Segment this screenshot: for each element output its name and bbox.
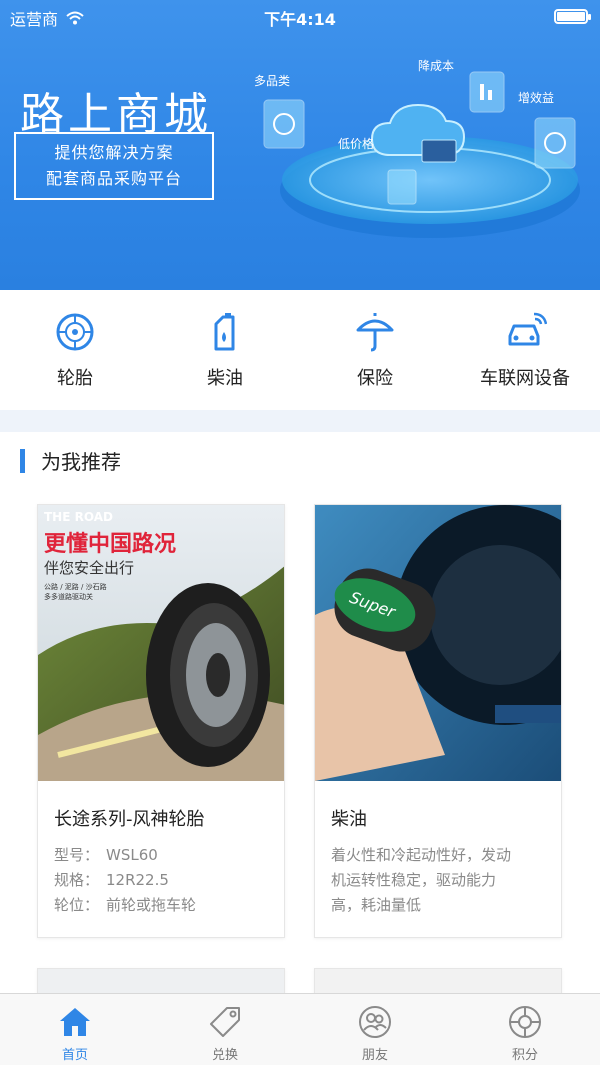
product-title: 柴油 xyxy=(331,809,367,830)
app-screen: 路上商城 提供您解决方案 配套商品采购平台 多品类 降成本 增效益 低价格 运营… xyxy=(0,0,600,1065)
category-label: 轮胎 xyxy=(57,368,93,389)
bottom-tab-bar: 首页 兑换 朋友 积分 xyxy=(0,993,600,1065)
section-title: 为我推荐 xyxy=(41,450,121,474)
tire-image-headline: 更懂中国路况 xyxy=(44,531,176,557)
spec-position: 轮位： 前轮或拖车轮 xyxy=(54,896,197,914)
category-tire[interactable]: 轮胎 xyxy=(0,290,150,410)
tab-label: 朋友 xyxy=(361,1048,388,1063)
product-specs: 型号： WSL60 规格： 12R22.5 轮位： 前轮或拖车轮 xyxy=(54,843,196,918)
tire-image-tagline: 伴您安全出行 xyxy=(44,559,134,577)
category-row: 轮胎 柴油 保险 车联网设备 xyxy=(0,290,600,410)
banner-tag-4: 低价格 xyxy=(338,136,374,151)
tab-home[interactable]: 首页 xyxy=(0,994,150,1065)
product-card-diesel[interactable]: Super 柴油 着火性和冷起动性好，发动 机运转性稳定，驱动能力 高，耗油量低 xyxy=(314,504,562,938)
category-iov-device[interactable]: 车联网设备 xyxy=(450,290,600,410)
banner-tag-3: 增效益 xyxy=(518,90,554,105)
tire-icon xyxy=(56,313,94,351)
tab-label: 首页 xyxy=(61,1048,88,1063)
connected-car-icon xyxy=(508,312,547,346)
tab-friends[interactable]: 朋友 xyxy=(300,994,450,1065)
umbrella-icon xyxy=(356,313,394,352)
tire-image-brand: THE ROAD xyxy=(44,510,113,524)
tab-label: 兑换 xyxy=(211,1048,238,1063)
banner-subtitle-line1: 提供您解决方案 xyxy=(54,143,174,162)
status-time: 下午4:14 xyxy=(264,10,336,29)
banner-subtitle-box: 提供您解决方案 配套商品采购平台 xyxy=(14,132,214,200)
tab-label: 积分 xyxy=(511,1048,538,1063)
friends-icon xyxy=(359,1006,391,1038)
spec-size: 规格： 12R22.5 xyxy=(54,871,169,889)
category-label: 柴油 xyxy=(207,368,243,389)
tab-points[interactable]: 积分 xyxy=(450,994,600,1065)
tire-image-small1: 公路 / 泥路 / 沙石路 xyxy=(44,582,107,591)
section-accent-bar xyxy=(20,448,25,473)
product-title: 长途系列-风神轮胎 xyxy=(54,809,205,830)
banner-tag-1: 多品类 xyxy=(254,74,290,88)
category-insurance[interactable]: 保险 xyxy=(300,290,450,410)
section-divider xyxy=(0,410,600,432)
fuel-can-icon xyxy=(214,313,235,351)
tire-image-small2: 多多道路驱动关 xyxy=(44,592,93,601)
tab-exchange[interactable]: 兑换 xyxy=(150,994,300,1065)
hero-banner[interactable]: 路上商城 提供您解决方案 配套商品采购平台 多品类 降成本 增效益 低价格 xyxy=(0,0,600,290)
battery-icon xyxy=(554,9,591,24)
banner-illustration: 多品类 降成本 增效益 低价格 xyxy=(254,59,580,238)
banner-subtitle-line2: 配套商品采购平台 xyxy=(45,169,182,188)
category-label: 保险 xyxy=(357,368,393,389)
category-label: 车联网设备 xyxy=(480,368,570,389)
points-icon xyxy=(509,1006,541,1038)
category-diesel[interactable]: 柴油 xyxy=(150,290,300,410)
product-description: 着火性和冷起动性好，发动 机运转性稳定，驱动能力 高，耗油量低 xyxy=(331,846,512,914)
product-image-tire: THE ROAD 更懂中国路况 伴您安全出行 公路 / 泥路 / 沙石路 多多道… xyxy=(38,505,284,781)
status-bar: 运营商 下午4:14 xyxy=(0,0,600,32)
cloud-icon xyxy=(370,103,466,163)
recommend-section-header: 为我推荐 xyxy=(20,446,121,475)
product-image-diesel: Super xyxy=(315,505,561,781)
product-card-tire[interactable]: THE ROAD 更懂中国路况 伴您安全出行 公路 / 泥路 / 沙石路 多多道… xyxy=(37,504,285,938)
tag-icon xyxy=(210,1007,240,1037)
spec-model: 型号： WSL60 xyxy=(54,846,158,864)
home-icon xyxy=(60,1008,90,1036)
banner-tag-2: 降成本 xyxy=(418,59,454,73)
